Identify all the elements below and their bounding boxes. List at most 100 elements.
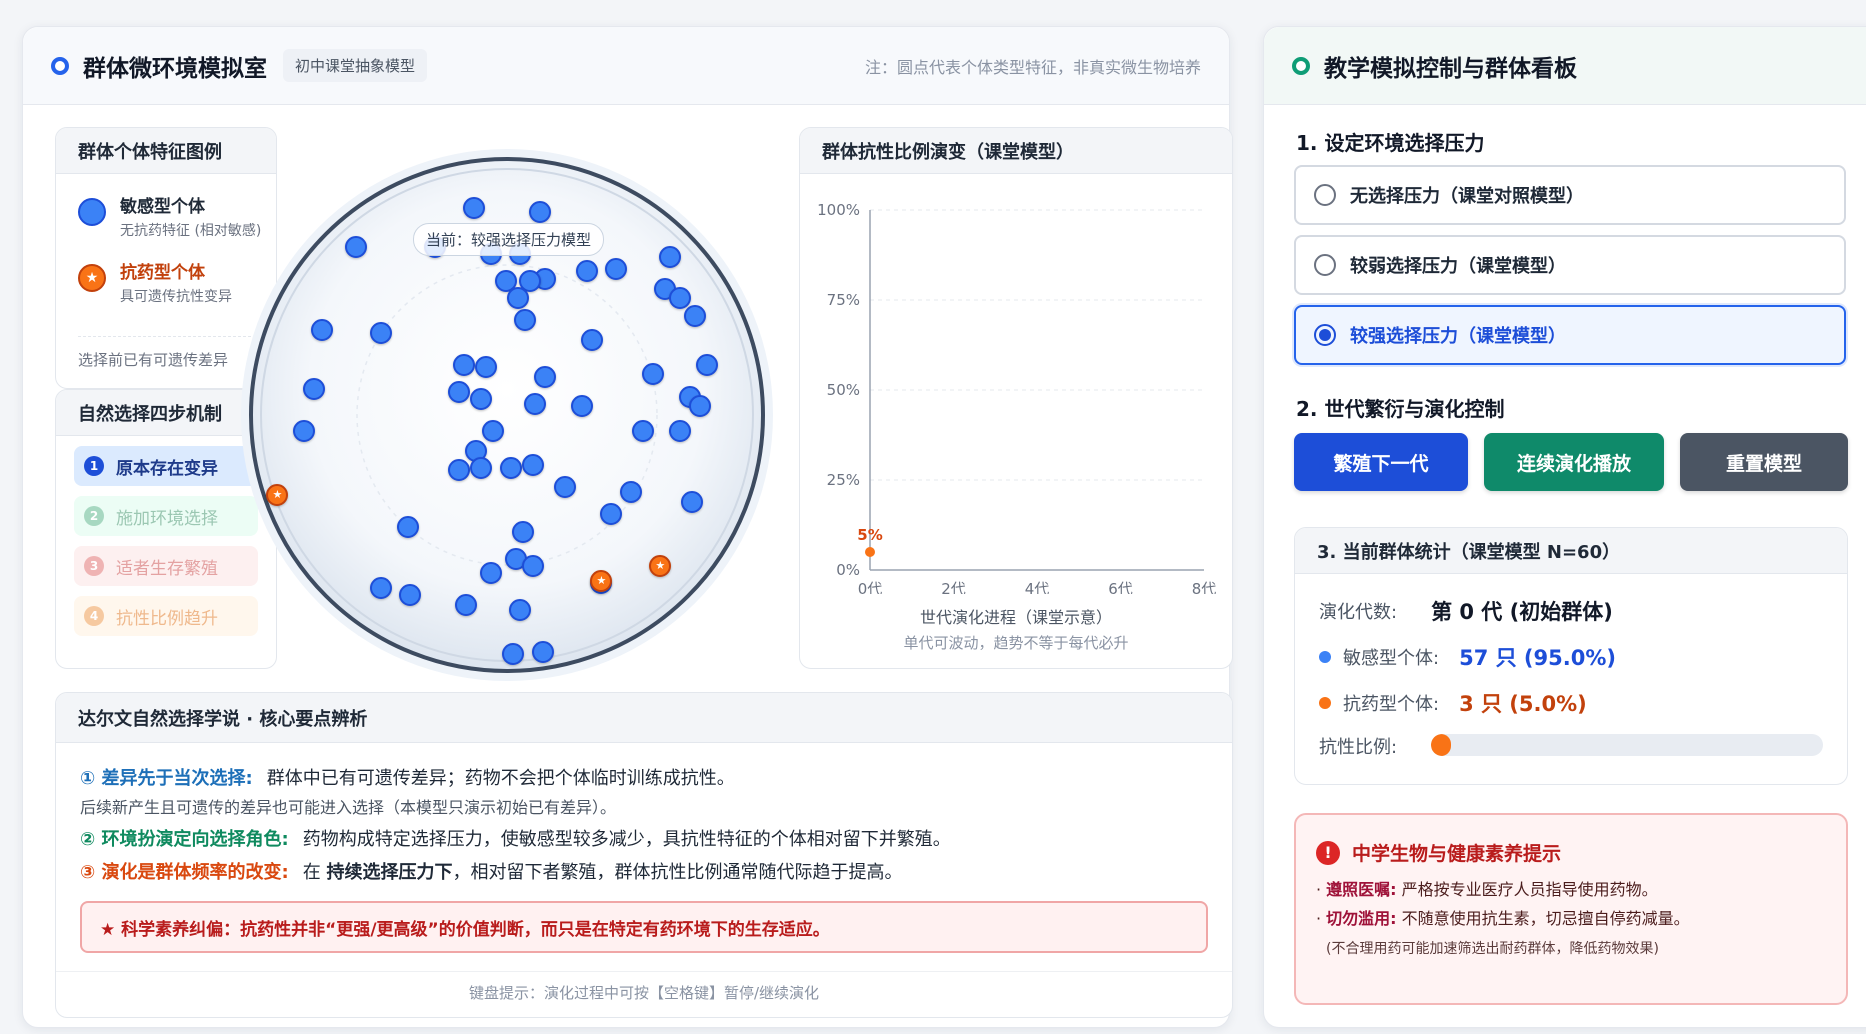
step-label: 施加环境选择 xyxy=(116,508,218,529)
sensitive-individual xyxy=(659,245,682,268)
sensitive-individual xyxy=(521,554,544,577)
health-l1-text: 严格按专业医疗人员指导使用药物。 xyxy=(1401,880,1658,899)
x-tick-label: 4代 xyxy=(1025,580,1050,594)
resistant-individual: ★ xyxy=(590,569,613,592)
step-3: 3 适者生存繁殖 xyxy=(74,546,258,586)
sensitive-individual xyxy=(475,356,498,379)
point-3-post: ，相对留下者繁殖，群体抗性比例通常随代际趋于提高。 xyxy=(452,861,903,883)
option-label: 较弱选择压力（课堂模型） xyxy=(1350,256,1566,277)
health-line-1: · 遵照医嘱: 严格按专业医疗人员指导使用药物。 xyxy=(1316,880,1658,899)
y-tick-label: 0% xyxy=(836,561,860,579)
sensitive-individual xyxy=(521,454,544,477)
sensitive-individual xyxy=(580,329,603,352)
health-l2-bold: 切勿滥用: xyxy=(1326,908,1397,928)
health-title: 中学生物与健康素养提示 xyxy=(1352,843,1562,865)
step-label: 适者生存繁殖 xyxy=(116,558,218,579)
sensitive-dot-icon xyxy=(1319,651,1331,663)
step-label: 抗性比例趋升 xyxy=(116,608,218,629)
x-tick-label: 0代 xyxy=(858,580,883,594)
health-l2-text: 不随意使用抗生素，切忌擅自停药减量。 xyxy=(1401,908,1690,928)
step-4: 4 抗性比例趋升 xyxy=(74,596,258,636)
ratio-row: 抗性比例: xyxy=(1319,733,1397,759)
health-footnote: (不合理用药可能加速筛选出耐药群体，降低药物效果) xyxy=(1326,940,1659,957)
point-3-title: ③ 演化是群体频率的改变: xyxy=(80,861,289,883)
point-3: ③ 演化是群体频率的改变: 在 持续选择压力下，相对留下者繁殖，群体抗性比例通常随… xyxy=(56,859,1232,888)
sensitive-individual xyxy=(669,419,691,442)
step-number: 4 xyxy=(84,606,104,626)
circle-dot-icon xyxy=(51,56,69,75)
sensitive-individual xyxy=(524,392,547,415)
sensitive-individual xyxy=(345,235,367,258)
sensitive-individual xyxy=(448,380,471,403)
alert-icon: ! xyxy=(1316,840,1340,865)
resistant-label: 抗药型个体: xyxy=(1343,694,1440,715)
health-title-row: ! 中学生物与健康素养提示 xyxy=(1316,839,1826,866)
radio-icon[interactable] xyxy=(1314,184,1336,206)
generation-row: 演化代数: 第 0 代 (初始群体) xyxy=(1319,596,1613,626)
sensitive-dot-icon xyxy=(78,198,106,226)
point-1-note: 后续新产生且可遗传的差异也可能进入选择（本模型只演示初始已有差异）。 xyxy=(80,797,617,817)
sensitive-individual xyxy=(470,388,493,410)
sensitive-label: 敏感型个体: xyxy=(1343,648,1440,669)
resistance-chart: 0% 25% 50% 75% 100% 0代 2代 4代 6代 8代 5% xyxy=(817,201,1217,594)
data-label: 5% xyxy=(857,526,882,544)
y-tick-label: 100% xyxy=(817,201,860,219)
option-weak-pressure[interactable]: 较弱选择压力（课堂模型） xyxy=(1294,235,1846,295)
radio-checked-icon[interactable] xyxy=(1314,324,1336,346)
stats-card: 3. 当前群体统计（课堂模型 N=60） 演化代数: 第 0 代 (初始群体) … xyxy=(1294,527,1848,785)
model-tag: 初中课堂抽象模型 xyxy=(283,49,428,82)
resistant-star-icon: ★ xyxy=(78,264,106,292)
next-generation-button[interactable]: 繁殖下一代 xyxy=(1294,433,1468,491)
control-panel: 教学模拟控制与群体看板 1. 设定环境选择压力 无选择压力（课堂对照模型） 较弱… xyxy=(1263,26,1866,1028)
control-panel-header: 教学模拟控制与群体看板 xyxy=(1264,27,1866,105)
sensitive-individual xyxy=(605,257,628,280)
analysis-card: 达尔文自然选择学说 · 核心要点辨析 ① 差异先于当次选择: 群体中已有可遗传差异… xyxy=(55,692,1233,1018)
health-l1-bold: 遵照医嘱: xyxy=(1326,880,1397,899)
sensitive-individual xyxy=(453,353,475,376)
point-2-title: ② 环境扮演定向选择角色: xyxy=(80,828,289,850)
continuous-play-button[interactable]: 连续演化播放 xyxy=(1484,433,1664,491)
step-number: 3 xyxy=(84,556,104,576)
resistance-progress-fill xyxy=(1431,734,1451,756)
x-tick-label: 2代 xyxy=(941,580,966,594)
ratio-label: 抗性比例: xyxy=(1319,737,1398,758)
legend-resistant-desc: 具可遗传抗性变异 xyxy=(120,289,232,305)
legend-resistant-name: 抗药型个体 xyxy=(120,263,205,283)
science-warning: ★ 科学素养纠偏：抗药性并非“更强/更高级”的价值判断，而只是在特定有药环境下的… xyxy=(80,901,1208,954)
x-tick-label: 8代 xyxy=(1192,580,1217,594)
circle-dot-icon xyxy=(1292,56,1310,75)
resistant-dot-icon xyxy=(1319,697,1331,709)
sensitive-individual xyxy=(499,456,522,479)
simulation-title: 群体微环境模拟室 xyxy=(83,55,267,82)
resistant-value: 3 只 (5.0%) xyxy=(1459,692,1587,716)
point-3-bold: 持续选择压力下 xyxy=(326,861,453,883)
sensitive-value: 57 只 (95.0%) xyxy=(1459,646,1616,670)
sensitive-individual xyxy=(534,365,556,388)
simulation-panel: 群体微环境模拟室 初中课堂抽象模型 注：圆点代表个体类型特征，非真实微生物培养 … xyxy=(22,26,1233,1028)
dish-current-label: 当前：较强选择压力模型 xyxy=(413,223,605,256)
option-no-pressure[interactable]: 无选择压力（课堂对照模型） xyxy=(1294,165,1846,225)
resistance-progress-bar xyxy=(1431,734,1823,756)
step-2: 2 施加环境选择 xyxy=(74,496,258,536)
step-number: 1 xyxy=(84,456,104,476)
health-line-2: · 切勿滥用: 不随意使用抗生素，切忌擅自停药减量。 xyxy=(1316,908,1690,928)
generation-label: 演化代数: xyxy=(1319,602,1398,623)
sensitive-individual xyxy=(553,476,576,499)
point-2-text: 药物构成特定选择压力，使敏感型较多减少，具抗性特征的个体相对留下并繁殖。 xyxy=(302,828,951,850)
reset-model-button[interactable]: 重置模型 xyxy=(1680,433,1848,491)
simulation-panel-header: 群体微环境模拟室 初中课堂抽象模型 注：圆点代表个体类型特征，非真实微生物培养 xyxy=(23,27,1229,105)
sensitive-individual xyxy=(310,319,333,342)
chart-card: 群体抗性比例演变（课堂模型） 0% 25% 50% 75% 100% 0代 2代 4代 6代 8代… xyxy=(799,127,1233,669)
option-strong-pressure[interactable]: 较强选择压力（课堂模型） xyxy=(1294,305,1846,365)
sensitive-individual xyxy=(683,304,706,327)
y-tick-label: 25% xyxy=(827,471,860,489)
sensitive-individual xyxy=(531,640,554,663)
resistant-row: 抗药型个体: 3 只 (5.0%) xyxy=(1319,688,1587,718)
radio-icon[interactable] xyxy=(1314,254,1336,276)
sensitive-individual xyxy=(575,260,598,283)
analysis-header: 达尔文自然选择学说 · 核心要点辨析 xyxy=(56,693,1232,743)
option-label: 无选择压力（课堂对照模型） xyxy=(1350,186,1584,207)
sensitive-individual xyxy=(511,520,534,543)
step-number: 2 xyxy=(84,506,104,526)
sensitive-individual xyxy=(369,321,392,344)
